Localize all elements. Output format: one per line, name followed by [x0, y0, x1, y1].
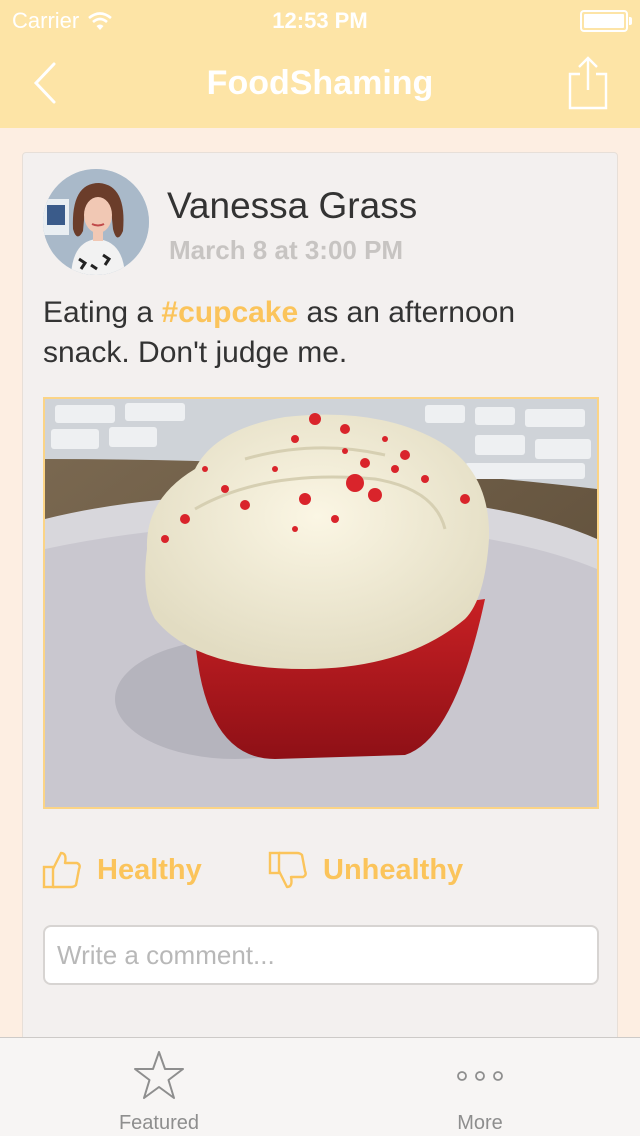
share-button[interactable]	[566, 54, 610, 110]
tab-bar: Featured More	[0, 1037, 640, 1136]
post-card: Vanessa Grass March 8 at 3:00 PM Eating …	[22, 152, 618, 1072]
thumbs-up-icon	[42, 851, 81, 889]
star-icon	[134, 1051, 184, 1099]
unhealthy-label: Unhealthy	[323, 853, 464, 886]
page-title: FoodShaming	[206, 64, 434, 102]
post-text: Eating a #cupcake as an afternoon snack.…	[43, 293, 599, 373]
share-icon	[568, 56, 608, 110]
thumbs-down-icon	[268, 851, 307, 889]
battery-icon	[580, 10, 632, 32]
avatar[interactable]	[43, 169, 149, 275]
more-icon	[457, 1071, 503, 1081]
tab-featured-label: Featured	[118, 1112, 200, 1134]
tab-featured[interactable]: Featured	[59, 1038, 259, 1136]
tab-more[interactable]: More	[380, 1038, 580, 1136]
healthy-label: Healthy	[97, 853, 202, 886]
hashtag-link[interactable]: #cupcake	[161, 296, 298, 329]
comment-input[interactable]	[43, 925, 599, 985]
healthy-button[interactable]: Healthy	[41, 849, 202, 891]
author-name[interactable]: Vanessa Grass	[167, 185, 417, 227]
status-bar: Carrier 12:53 PM	[0, 0, 640, 40]
post-date: March 8 at 3:00 PM	[169, 235, 404, 265]
post-text-before: Eating a	[43, 296, 162, 329]
status-time: 12:53 PM	[272, 8, 368, 33]
navigation-bar: Carrier 12:53 PM FoodShaming	[0, 0, 640, 128]
unhealthy-button[interactable]: Unhealthy	[267, 849, 463, 891]
post-photo[interactable]	[43, 397, 599, 809]
tab-more-label: More	[457, 1112, 503, 1134]
